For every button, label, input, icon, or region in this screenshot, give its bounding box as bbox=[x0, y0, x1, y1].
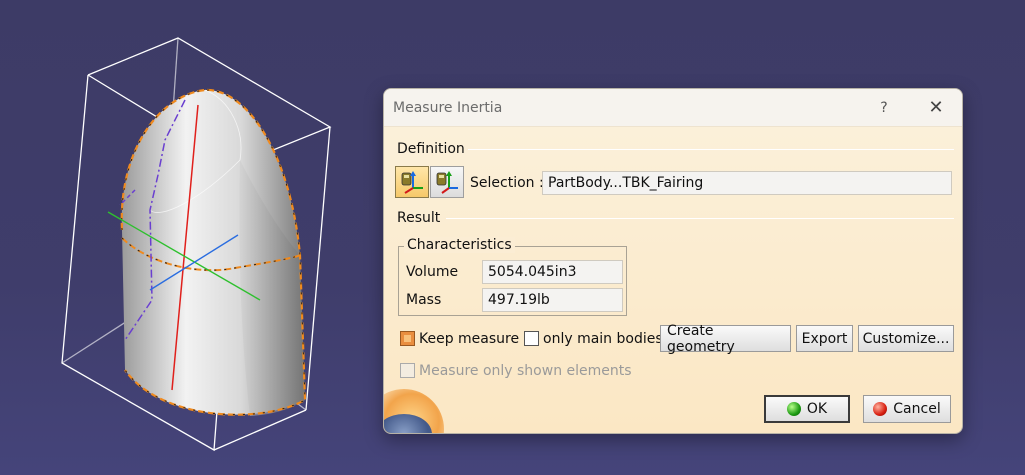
3d-viewport[interactable] bbox=[0, 0, 380, 475]
customize-button[interactable]: Customize... bbox=[858, 325, 954, 352]
definition-separator bbox=[468, 149, 954, 150]
keep-measure-label: Keep measure bbox=[419, 331, 520, 347]
inertia-everything-button[interactable] bbox=[395, 166, 429, 198]
mass-value: 497.19lb bbox=[482, 288, 623, 312]
inertia-surface-icon bbox=[436, 171, 458, 194]
inertia-surface-button[interactable] bbox=[430, 166, 464, 198]
volume-label: Volume bbox=[406, 264, 459, 280]
cancel-label: Cancel bbox=[893, 401, 941, 417]
measure-inertia-dialog[interactable]: Measure Inertia ? ✕ Definition Selection… bbox=[383, 88, 963, 434]
mass-label: Mass bbox=[406, 292, 442, 308]
selection-field[interactable]: PartBody...TBK_Fairing bbox=[542, 171, 952, 195]
ok-icon bbox=[786, 402, 801, 416]
selection-label: Selection : bbox=[470, 175, 544, 191]
create-geometry-button[interactable]: Create geometry bbox=[660, 323, 791, 355]
ok-button[interactable]: OK bbox=[764, 395, 850, 423]
result-separator bbox=[446, 218, 954, 219]
volume-value: 5054.045in3 bbox=[482, 260, 623, 284]
help-button[interactable]: ? bbox=[858, 100, 910, 116]
cancel-button[interactable]: Cancel bbox=[863, 395, 951, 423]
definition-label: Definition bbox=[397, 141, 465, 157]
ok-label: OK bbox=[806, 401, 828, 417]
measure-shown-checkbox[interactable] bbox=[400, 363, 415, 378]
cancel-icon bbox=[873, 402, 888, 416]
characteristics-label: Characteristics bbox=[404, 237, 515, 253]
close-icon[interactable]: ✕ bbox=[910, 97, 962, 118]
dialog-titlebar[interactable]: Measure Inertia ? ✕ bbox=[384, 89, 962, 127]
measure-shown-label: Measure only shown elements bbox=[419, 363, 632, 379]
inertia-everything-icon bbox=[401, 171, 423, 194]
only-main-bodies-label: only main bodies bbox=[543, 331, 663, 347]
export-button[interactable]: Export bbox=[796, 325, 853, 352]
keep-measure-checkbox[interactable] bbox=[400, 331, 415, 346]
result-label: Result bbox=[397, 210, 441, 226]
only-main-bodies-checkbox[interactable] bbox=[524, 331, 539, 346]
fairing-body[interactable] bbox=[119, 88, 307, 416]
dialog-title: Measure Inertia bbox=[393, 99, 503, 116]
